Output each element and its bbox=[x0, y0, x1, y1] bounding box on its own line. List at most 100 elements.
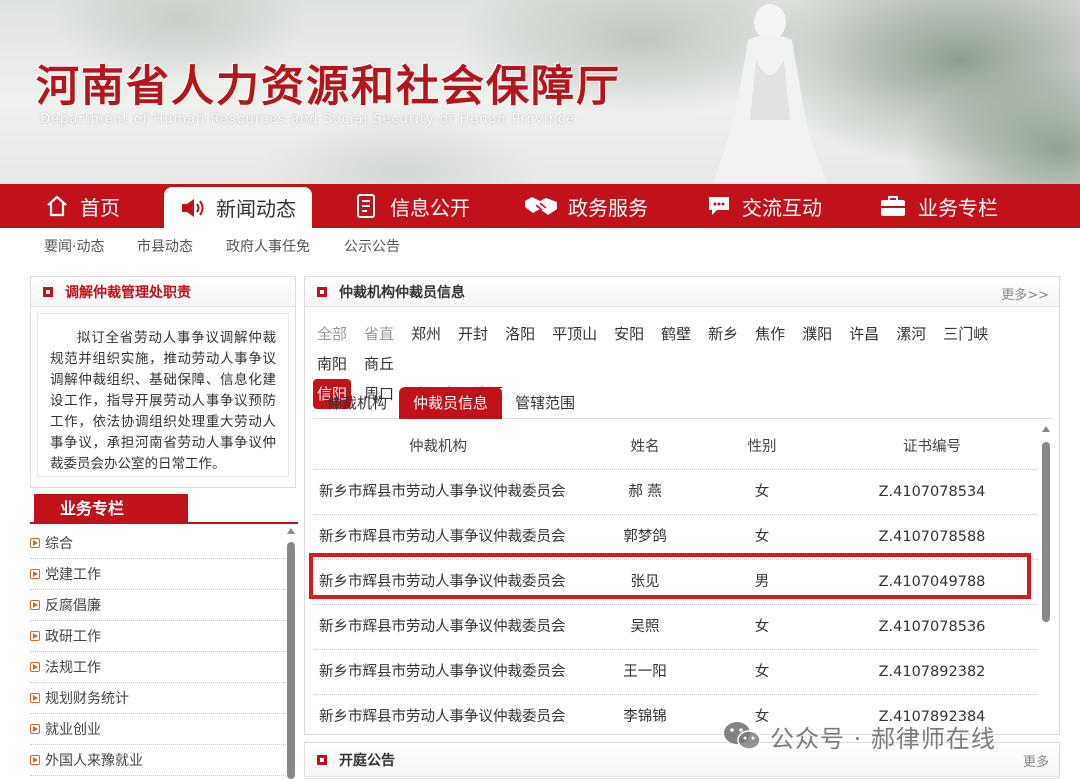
home-icon bbox=[44, 193, 70, 219]
nav-item-interaction[interactable]: 交流互动 bbox=[706, 184, 822, 228]
table-row[interactable]: 新乡市辉县市劳动人事争议仲裁委员会 郝 燕 女 Z.4107078534 bbox=[313, 470, 1037, 515]
court-notice-title: 开庭公告 bbox=[339, 752, 395, 769]
cell-institution: 新乡市辉县市劳动人事争议仲裁委员会 bbox=[319, 484, 566, 500]
region-option[interactable]: 漯河 bbox=[892, 319, 930, 349]
square-bullet-icon bbox=[317, 286, 327, 297]
nav-item-news[interactable]: 新闻动态 bbox=[164, 187, 312, 228]
site-banner: 河南省人力资源和社会保障厅 Department of Human Resour… bbox=[0, 0, 1080, 184]
duty-title: 调解仲裁管理处职责 bbox=[65, 284, 191, 301]
col-institution: 仲裁机构 bbox=[409, 439, 467, 455]
watermark: 公众号 · 郝律师在线 bbox=[722, 716, 996, 756]
business-item[interactable]: 综合 bbox=[30, 528, 286, 559]
arbitrator-header: 仲裁机构仲裁员信息 bbox=[305, 277, 1059, 307]
cell-gender: 女 bbox=[754, 484, 770, 500]
cell-name: 王一阳 bbox=[623, 664, 667, 680]
square-bullet-icon bbox=[317, 754, 327, 765]
business-header: 业务专栏 bbox=[30, 494, 298, 524]
business-list: 综合 党建工作 反腐倡廉 政研工作 法规工作 规划财务统计 就业创业 外国人来豫… bbox=[30, 528, 286, 776]
tab-institution[interactable]: 仲裁机构 bbox=[313, 387, 401, 419]
arbitrator-panel: 仲裁机构仲裁员信息 更多>> 全部 省直 郑州 开封 洛阳 平顶山 安阳 鹤壁 新乡 焦作 濮阳 许昌… bbox=[304, 276, 1060, 735]
region-option[interactable]: 南阳 bbox=[313, 349, 351, 379]
table-row[interactable]: 新乡市辉县市劳动人事争议仲裁委员会 吴照 女 Z.4107078536 bbox=[313, 605, 1037, 650]
arrow-right-icon bbox=[30, 569, 40, 579]
region-option[interactable]: 新乡 bbox=[704, 319, 742, 349]
business-item[interactable]: 规划财务统计 bbox=[30, 683, 286, 714]
arbitrator-title: 仲裁机构仲裁员信息 bbox=[339, 284, 465, 301]
region-option[interactable]: 洛阳 bbox=[501, 319, 539, 349]
arrow-right-icon bbox=[30, 631, 40, 641]
cell-institution: 新乡市辉县市劳动人事争议仲裁委员会 bbox=[319, 664, 566, 680]
business-item-label: 反腐倡廉 bbox=[45, 598, 101, 614]
col-gender: 性别 bbox=[747, 439, 777, 455]
nav-item-business[interactable]: 业务专栏 bbox=[878, 184, 998, 228]
more-link[interactable]: 更多 bbox=[1023, 751, 1049, 770]
nav-item-services[interactable]: 政务服务 bbox=[524, 184, 648, 228]
business-item-label: 政研工作 bbox=[45, 629, 101, 645]
more-link[interactable]: 更多>> bbox=[1001, 284, 1049, 303]
region-option[interactable]: 濮阳 bbox=[798, 319, 836, 349]
cell-name: 吴照 bbox=[630, 619, 660, 635]
region-option[interactable]: 许昌 bbox=[845, 319, 883, 349]
main-nav: 首页 新闻动态 信息公开 政务服务 交流互动 业务专栏 bbox=[0, 184, 1080, 228]
subnav-item[interactable]: 要闻·动态 bbox=[44, 236, 104, 256]
region-option[interactable]: 鹤壁 bbox=[657, 319, 695, 349]
table-header: 仲裁机构 姓名 性别 证书编号 bbox=[313, 425, 1037, 470]
business-title: 业务专栏 bbox=[34, 494, 188, 524]
scroll-up-icon[interactable] bbox=[287, 528, 295, 534]
speaker-icon bbox=[180, 195, 206, 221]
site-subtitle: Department of Human Resources and Social… bbox=[40, 112, 576, 127]
subnav-item[interactable]: 公示公告 bbox=[344, 236, 400, 256]
scroll-thumb[interactable] bbox=[1042, 442, 1050, 622]
scroll-up-icon[interactable] bbox=[1042, 426, 1050, 432]
table-row[interactable]: 新乡市辉县市劳动人事争议仲裁委员会 王一阳 女 Z.4107892382 bbox=[313, 650, 1037, 695]
nav-label: 新闻动态 bbox=[216, 197, 296, 221]
region-option[interactable]: 商丘 bbox=[360, 349, 398, 379]
tab-jurisdiction[interactable]: 管辖范围 bbox=[501, 387, 589, 419]
nav-label: 信息公开 bbox=[390, 195, 470, 220]
region-option[interactable]: 郑州 bbox=[407, 319, 445, 349]
arrow-right-icon bbox=[30, 538, 40, 548]
highlight-box bbox=[309, 553, 1031, 599]
region-option[interactable]: 安阳 bbox=[610, 319, 648, 349]
business-item[interactable]: 法规工作 bbox=[30, 652, 286, 683]
business-item-label: 党建工作 bbox=[45, 567, 101, 583]
arrow-right-icon bbox=[30, 724, 40, 734]
duty-box: 调解仲裁管理处职责 拟订全省劳动人事争议调解仲裁规范并组织实施，推动劳动人事争议… bbox=[30, 276, 296, 488]
sub-nav: 要闻·动态 市县动态 政府人事任免 公示公告 bbox=[0, 228, 1080, 262]
region-option[interactable]: 开封 bbox=[454, 319, 492, 349]
region-option[interactable]: 平顶山 bbox=[548, 319, 601, 349]
briefcase-icon bbox=[878, 193, 908, 219]
handshake-icon bbox=[524, 193, 558, 219]
nav-label: 交流互动 bbox=[742, 195, 822, 220]
business-item[interactable]: 就业创业 bbox=[30, 714, 286, 745]
region-option[interactable]: 省直 bbox=[360, 319, 398, 349]
arrow-right-icon bbox=[30, 755, 40, 765]
nav-item-home[interactable]: 首页 bbox=[44, 184, 120, 228]
subnav-item[interactable]: 市县动态 bbox=[137, 236, 193, 256]
business-item[interactable]: 政研工作 bbox=[30, 621, 286, 652]
region-option[interactable]: 焦作 bbox=[751, 319, 789, 349]
cell-gender: 女 bbox=[754, 664, 770, 680]
chat-icon bbox=[706, 193, 732, 219]
tab-arbitrator-info[interactable]: 仲裁员信息 bbox=[399, 387, 503, 419]
arbitrator-tabs: 仲裁机构 仲裁员信息 管辖范围 bbox=[313, 387, 1053, 419]
business-item[interactable]: 党建工作 bbox=[30, 559, 286, 590]
nav-item-info[interactable]: 信息公开 bbox=[354, 184, 470, 228]
business-item-label: 外国人来豫就业 bbox=[45, 753, 143, 769]
region-option[interactable]: 三门峡 bbox=[939, 319, 992, 349]
square-bullet-icon bbox=[43, 286, 53, 297]
scroll-thumb[interactable] bbox=[287, 542, 295, 779]
table-scrollbar[interactable] bbox=[1041, 426, 1051, 736]
region-option[interactable]: 全部 bbox=[313, 319, 351, 349]
cell-gender: 女 bbox=[754, 619, 770, 635]
subnav-item[interactable]: 政府人事任免 bbox=[226, 236, 310, 256]
business-scrollbar[interactable] bbox=[286, 528, 296, 779]
cell-certificate: Z.4107078534 bbox=[878, 484, 986, 500]
business-item-label: 综合 bbox=[45, 536, 73, 552]
site-title: 河南省人力资源和社会保障厅 bbox=[36, 62, 621, 112]
document-icon bbox=[354, 193, 380, 219]
arrow-right-icon bbox=[30, 662, 40, 672]
col-name: 姓名 bbox=[630, 439, 660, 455]
business-item[interactable]: 反腐倡廉 bbox=[30, 590, 286, 621]
business-item[interactable]: 外国人来豫就业 bbox=[30, 745, 286, 776]
